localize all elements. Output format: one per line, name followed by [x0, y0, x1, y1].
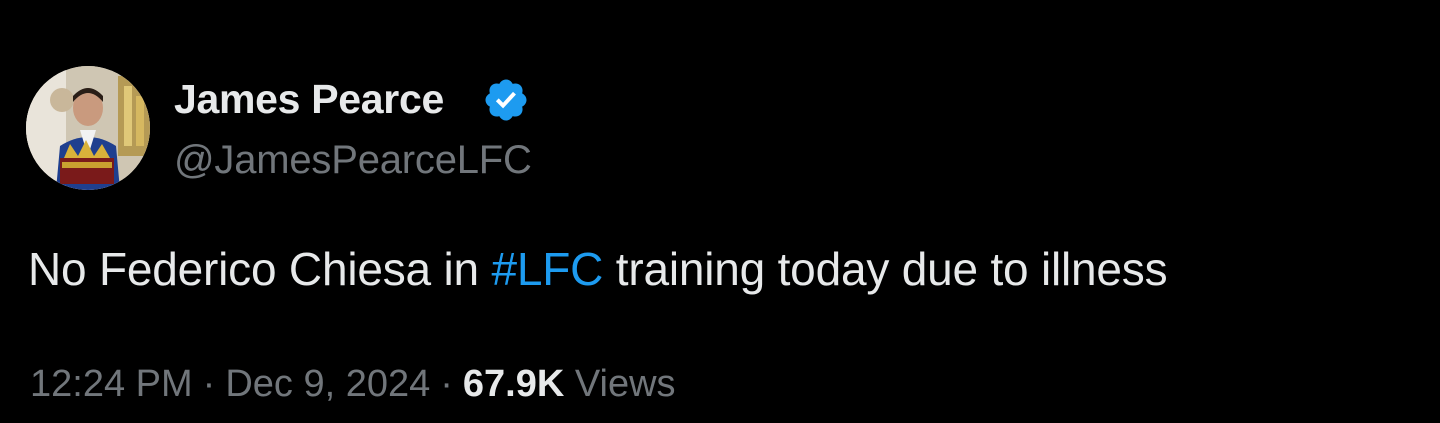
tweet-card: James Pearce @JamesPearceLFC No Federico… [0, 0, 1440, 423]
avatar-image [26, 66, 150, 190]
author-display-name[interactable]: James Pearce [174, 74, 444, 124]
meta-separator: · [440, 363, 453, 405]
views-label: Views [574, 363, 676, 405]
verified-badge-icon [482, 76, 530, 124]
tweet-time[interactable]: 12:24 PM [30, 363, 193, 405]
tweet-text-prefix: No Federico Chiesa in [28, 243, 492, 295]
meta-separator: · [202, 363, 216, 405]
tweet-text: No Federico Chiesa in #LFC training toda… [28, 240, 1168, 298]
tweet-date[interactable]: Dec 9, 2024 [225, 363, 430, 405]
hashtag-link[interactable]: #LFC [491, 243, 603, 295]
author-handle[interactable]: @JamesPearceLFC [174, 136, 532, 184]
tweet-meta: 12:24 PM · Dec 9, 2024 · 67.9K Views [30, 360, 676, 408]
tweet-text-suffix: training today due to illness [603, 243, 1168, 295]
views-count[interactable]: 67.9K [463, 363, 564, 405]
avatar[interactable] [26, 66, 150, 190]
